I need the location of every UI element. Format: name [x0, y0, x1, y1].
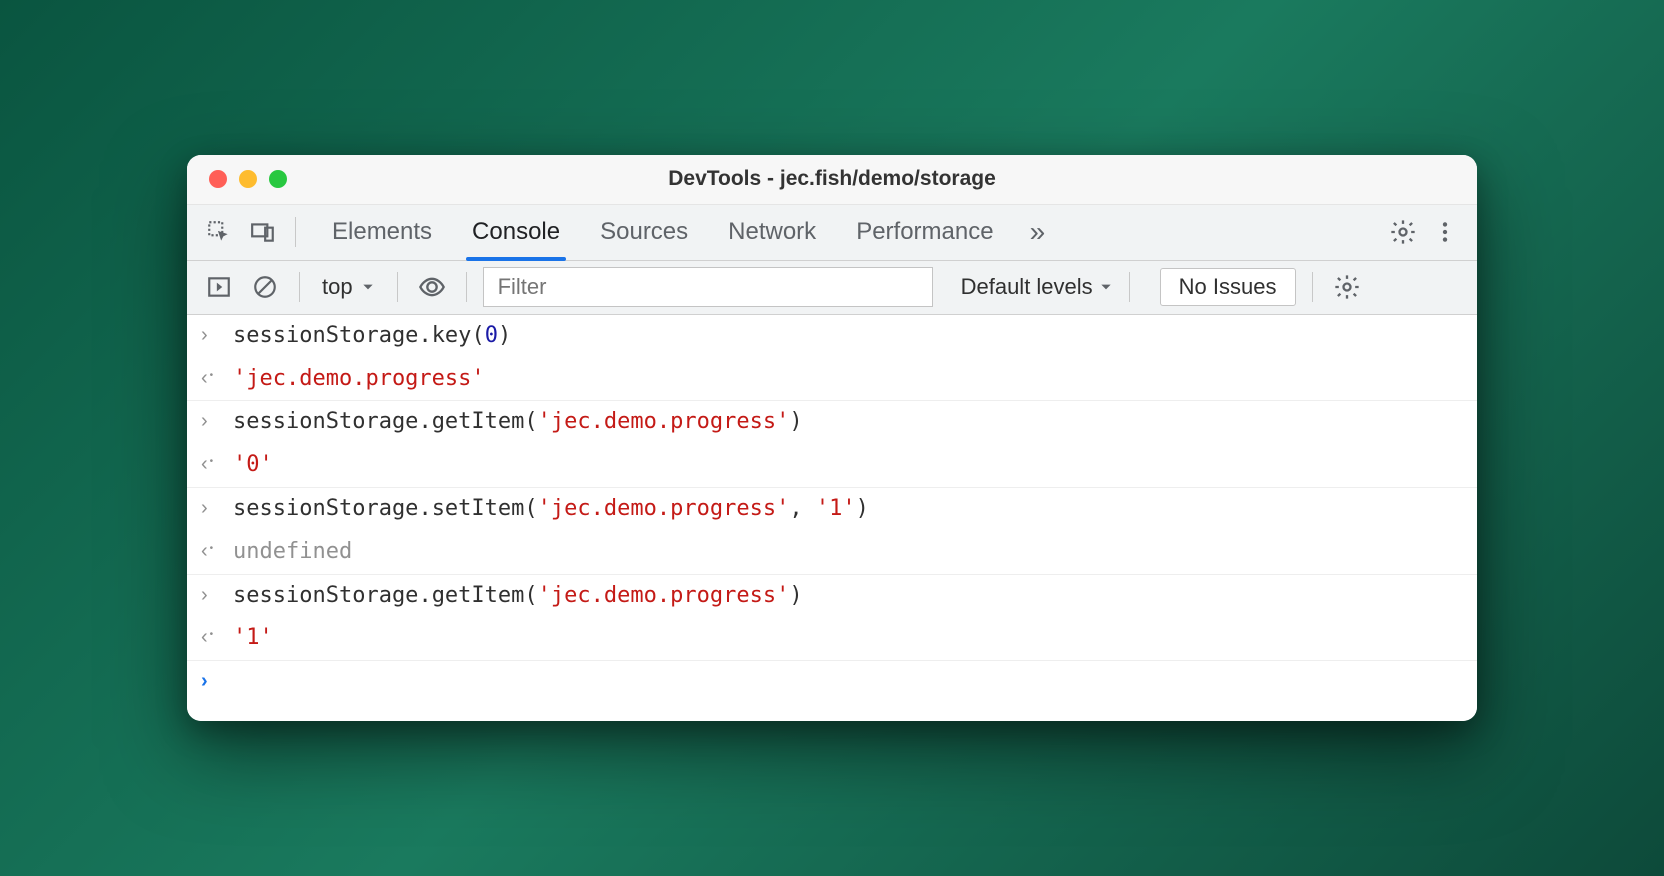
console-line-content: 'jec.demo.progress': [233, 364, 485, 395]
tabs: Elements Console Sources Network Perform…: [332, 206, 994, 258]
console-output[interactable]: › sessionStorage.key(0) ‹• 'jec.demo.progre…: [187, 315, 1477, 721]
output-marker-icon: ‹•: [201, 364, 221, 392]
console-row[interactable]: › sessionStorage.key(0): [187, 315, 1477, 358]
minimize-window-button[interactable]: [239, 170, 257, 188]
window-title: DevTools - jec.fish/demo/storage: [187, 167, 1477, 191]
input-marker-icon: ›: [201, 581, 221, 609]
tabs-overflow-button[interactable]: »: [1030, 216, 1046, 248]
devtools-window: DevTools - jec.fish/demo/storage Element…: [187, 155, 1477, 721]
console-toolbar: top Default levels No Issues: [187, 261, 1477, 315]
output-marker-icon: ‹•: [201, 537, 221, 565]
output-marker-icon: ‹•: [201, 623, 221, 651]
console-row[interactable]: ‹• '0': [187, 444, 1477, 488]
console-row[interactable]: ‹• 'jec.demo.progress': [187, 358, 1477, 402]
traffic-lights: [187, 170, 287, 188]
input-marker-icon: ›: [201, 494, 221, 522]
console-line-content: '0': [233, 450, 273, 481]
console-row[interactable]: ›: [187, 661, 1477, 701]
context-selector[interactable]: top: [316, 274, 381, 300]
divider: [397, 272, 398, 302]
console-line-content: undefined: [233, 537, 352, 568]
filter-input[interactable]: [483, 267, 933, 307]
close-window-button[interactable]: [209, 170, 227, 188]
console-row[interactable]: ‹• undefined: [187, 531, 1477, 575]
console-line-content: sessionStorage.setItem('jec.demo.progres…: [233, 494, 869, 525]
output-marker-icon: ‹•: [201, 450, 221, 478]
tabbar: Elements Console Sources Network Perform…: [187, 205, 1477, 261]
more-menu-icon[interactable]: [1427, 214, 1463, 250]
console-line-content: sessionStorage.key(0): [233, 321, 511, 352]
divider: [1312, 272, 1313, 302]
levels-label: Default levels: [961, 274, 1093, 300]
divider: [299, 272, 300, 302]
titlebar: DevTools - jec.fish/demo/storage: [187, 155, 1477, 205]
settings-icon[interactable]: [1385, 214, 1421, 250]
context-label: top: [322, 274, 353, 300]
console-line-content: sessionStorage.getItem('jec.demo.progres…: [233, 407, 803, 438]
tab-sources[interactable]: Sources: [600, 206, 688, 258]
console-line-content: '1': [233, 623, 273, 654]
console-row[interactable]: ‹• '1': [187, 617, 1477, 661]
chevron-down-icon: [361, 280, 375, 294]
tab-network[interactable]: Network: [728, 206, 816, 258]
divider: [295, 217, 296, 247]
console-line-content: sessionStorage.getItem('jec.demo.progres…: [233, 581, 803, 612]
clear-console-icon[interactable]: [247, 269, 283, 305]
console-row[interactable]: › sessionStorage.getItem('jec.demo.progre…: [187, 401, 1477, 444]
live-expression-icon[interactable]: [414, 269, 450, 305]
console-settings-icon[interactable]: [1329, 269, 1365, 305]
input-marker-icon: ›: [201, 321, 221, 349]
tab-elements[interactable]: Elements: [332, 206, 432, 258]
tab-console[interactable]: Console: [472, 206, 560, 258]
maximize-window-button[interactable]: [269, 170, 287, 188]
divider: [1129, 272, 1130, 302]
console-row[interactable]: › sessionStorage.getItem('jec.demo.progre…: [187, 575, 1477, 618]
toggle-sidebar-icon[interactable]: [201, 269, 237, 305]
divider: [466, 272, 467, 302]
console-row[interactable]: › sessionStorage.setItem('jec.demo.progre…: [187, 488, 1477, 531]
device-toolbar-icon[interactable]: [245, 214, 281, 250]
chevron-down-icon: [1099, 280, 1113, 294]
tab-performance[interactable]: Performance: [856, 206, 993, 258]
input-marker-icon: ›: [201, 407, 221, 435]
prompt-marker-icon: ›: [201, 667, 221, 695]
log-levels-selector[interactable]: Default levels: [961, 274, 1113, 300]
inspect-element-icon[interactable]: [201, 214, 237, 250]
issues-button[interactable]: No Issues: [1160, 268, 1296, 306]
